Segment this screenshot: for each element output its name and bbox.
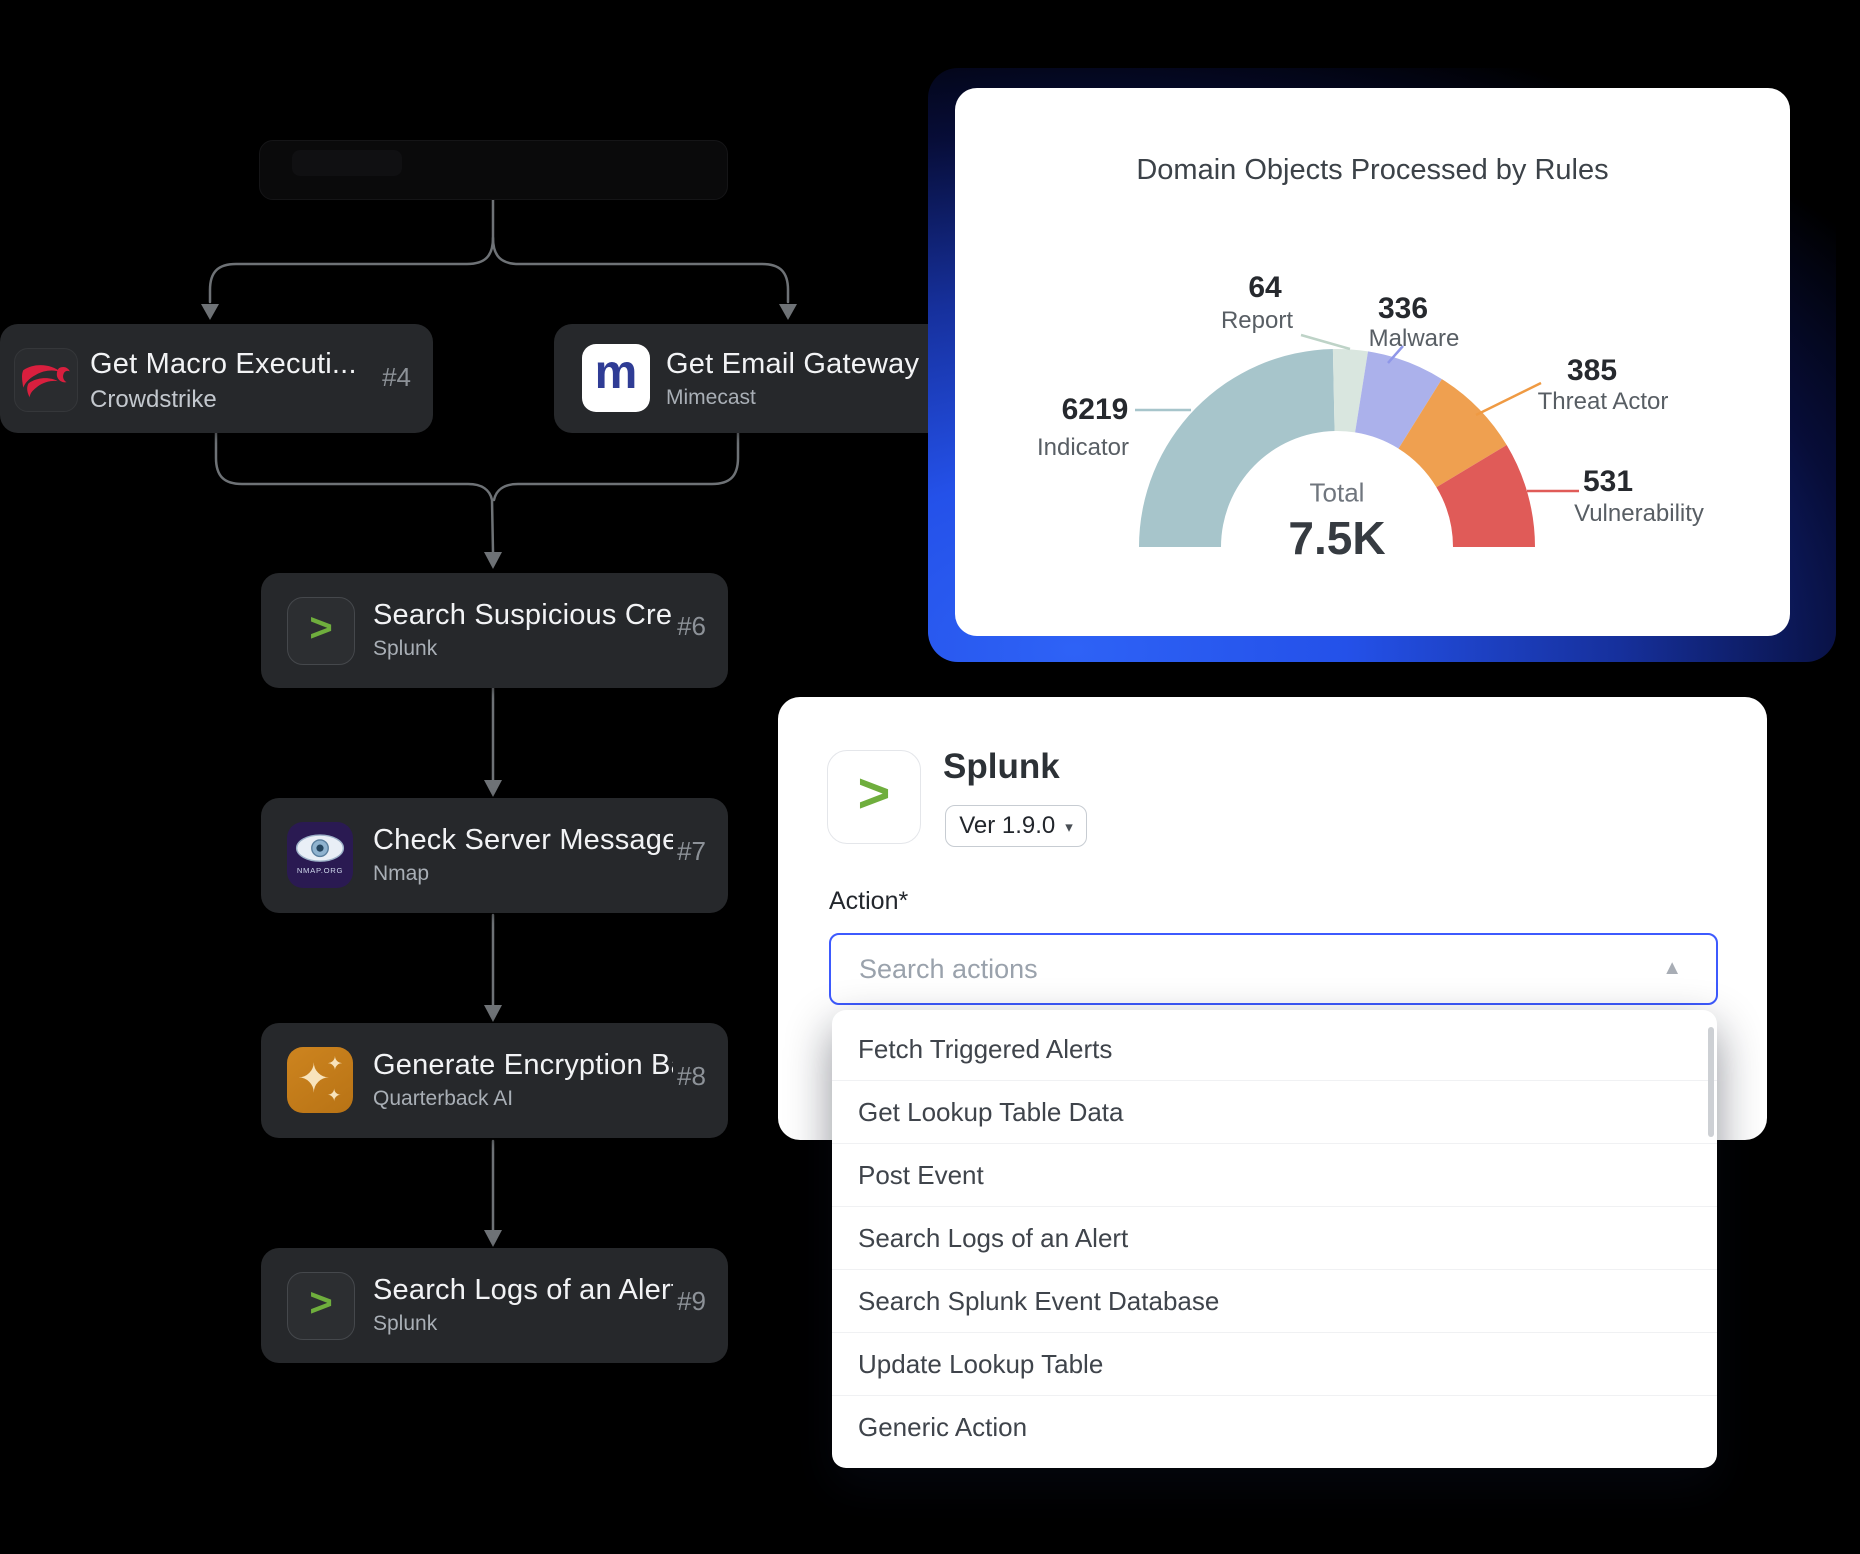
splunk-chevron-glyph: > (858, 765, 891, 821)
dropdown-option-generic-action[interactable]: Generic Action (832, 1395, 1717, 1458)
callout-value-threat-actor: 385 (1567, 354, 1617, 388)
splunk-app-icon: > (827, 750, 921, 844)
splunk-icon: > (287, 597, 355, 665)
callout-label-threat-actor: Threat Actor (1538, 388, 1669, 416)
nmap-icon-text: NMAP.ORG (297, 866, 343, 875)
workflow-node-faded-content (292, 150, 402, 176)
node-app-label: Quarterback AI (373, 1087, 513, 1111)
dropdown-scrollbar-thumb[interactable] (1708, 1027, 1714, 1137)
action-options-dropdown: Fetch Triggered Alerts Get Lookup Table … (832, 1010, 1717, 1468)
node-number-badge: #8 (677, 1061, 706, 1092)
callout-value-indicator: 6219 (1062, 393, 1129, 427)
callout-label-vulnerability: Vulnerability (1574, 500, 1704, 528)
sparkles-icon: ✦ ✦ ✦ (287, 1047, 353, 1113)
crowdstrike-icon (14, 348, 78, 412)
gauge-total-label: Total (1310, 478, 1365, 509)
workflow-node-get-email-gateway-logs[interactable]: m Get Email Gateway Log Mimecast (554, 324, 987, 433)
node-app-label: Crowdstrike (90, 386, 217, 414)
node-title: Search Logs of an Alert (373, 1274, 673, 1307)
callout-label-indicator: Indicator (1037, 434, 1129, 462)
dropdown-option-update-lookup-table[interactable]: Update Lookup Table (832, 1332, 1717, 1395)
node-app-label: Mimecast (666, 386, 756, 410)
callout-line-report (1301, 335, 1350, 349)
node-app-label: Splunk (373, 1312, 437, 1336)
callout-line-threat-actor (1476, 383, 1541, 415)
dropdown-option-search-logs-of-an-alert[interactable]: Search Logs of an Alert (832, 1206, 1717, 1269)
node-number-badge: #6 (677, 611, 706, 642)
workflow-node-check-server-message[interactable]: NMAP.ORG Check Server Message... Nmap #7 (261, 798, 728, 913)
splunk-chevron-glyph: > (309, 1283, 332, 1323)
version-label: Ver 1.9.0 (959, 812, 1055, 840)
sparkle-glyph-large: ✦ (297, 1059, 331, 1099)
splunk-chevron-glyph: > (309, 608, 332, 648)
mimecast-letter: m (595, 349, 638, 397)
workflow-node-get-macro-execution[interactable]: Get Macro Executi... Crowdstrike #4 (0, 324, 433, 433)
chevron-down-icon: ▾ (1065, 818, 1073, 836)
canvas: Get Macro Executi... Crowdstrike #4 m Ge… (0, 0, 1860, 1554)
node-number-badge: #9 (677, 1286, 706, 1317)
callout-value-report: 64 (1248, 271, 1281, 305)
node-number-badge: #4 (382, 362, 411, 393)
action-search-input[interactable] (831, 935, 1716, 1003)
callout-value-malware: 336 (1378, 292, 1428, 326)
node-title: Generate Encryption Ba... (373, 1049, 673, 1082)
dropdown-option-get-lookup-table-data[interactable]: Get Lookup Table Data (832, 1080, 1717, 1143)
node-app-label: Splunk (373, 637, 437, 661)
node-title: Search Suspicious Cred... (373, 599, 673, 632)
dropdown-option-fetch-triggered-alerts[interactable]: Fetch Triggered Alerts (832, 1018, 1717, 1080)
callout-label-malware: Malware (1369, 325, 1460, 353)
dropdown-option-post-event[interactable]: Post Event (832, 1143, 1717, 1206)
callout-value-vulnerability: 531 (1583, 465, 1633, 499)
callout-label-report: Report (1221, 307, 1293, 335)
node-title: Check Server Message... (373, 824, 673, 857)
app-title: Splunk (943, 747, 1060, 787)
mimecast-icon: m (582, 344, 650, 412)
version-dropdown[interactable]: Ver 1.9.0 ▾ (945, 805, 1087, 847)
action-search-box: ▲ (829, 933, 1718, 1005)
workflow-node-generate-encryption[interactable]: ✦ ✦ ✦ Generate Encryption Ba... Quarterb… (261, 1023, 728, 1138)
action-field-label: Action* (829, 887, 908, 916)
splunk-icon: > (287, 1272, 355, 1340)
node-title: Get Macro Executi... (90, 348, 357, 381)
sparkle-glyph-small: ✦ (327, 1087, 341, 1104)
gauge-chart-card: Domain Objects Processed by Rules 6219 I… (955, 88, 1790, 636)
sparkle-glyph-small: ✦ (327, 1055, 343, 1074)
workflow-node-search-suspicious-cred[interactable]: > Search Suspicious Cred... Splunk #6 (261, 573, 728, 688)
node-app-label: Nmap (373, 862, 429, 886)
node-number-badge: #7 (677, 836, 706, 867)
gauge-total-value: 7.5K (1288, 511, 1385, 565)
nmap-icon: NMAP.ORG (287, 822, 353, 888)
dropdown-option-search-splunk-event-database[interactable]: Search Splunk Event Database (832, 1269, 1717, 1332)
workflow-node-search-logs-of-alert[interactable]: > Search Logs of an Alert Splunk #9 (261, 1248, 728, 1363)
